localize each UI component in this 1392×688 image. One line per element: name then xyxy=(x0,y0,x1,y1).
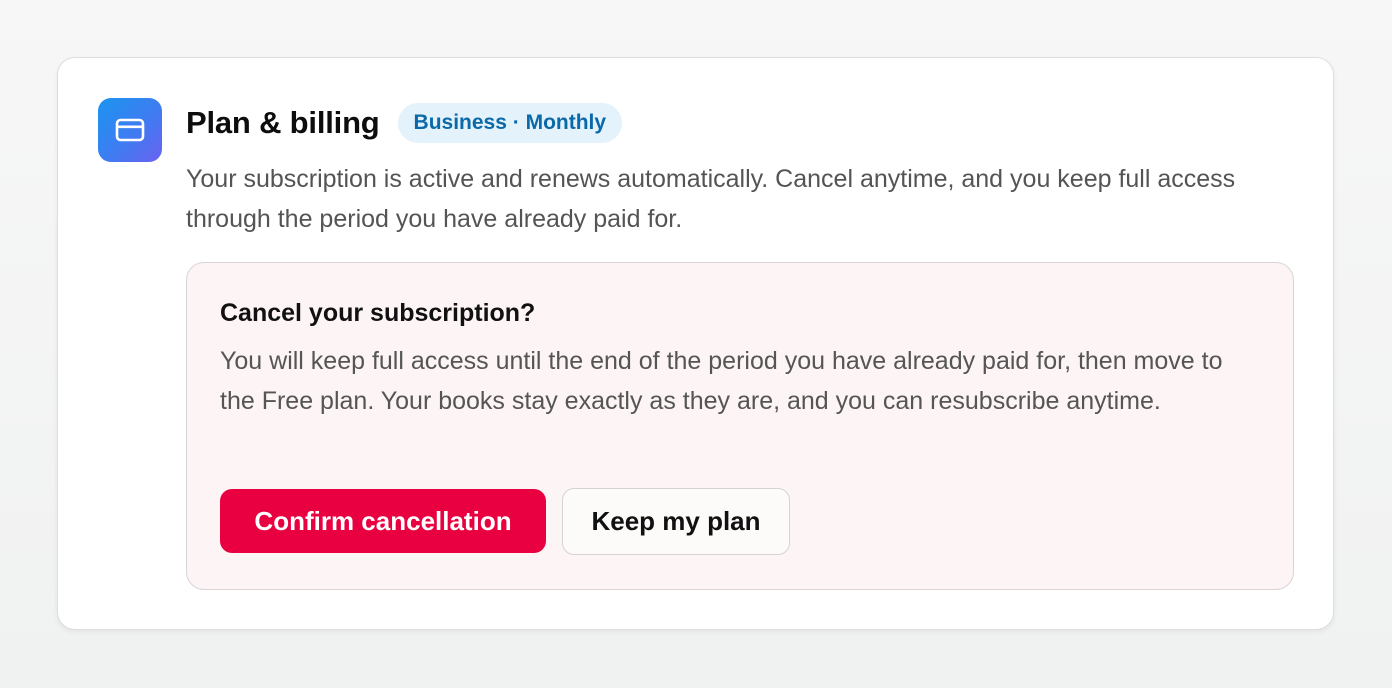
cancel-explanation: You will keep full access until the end … xyxy=(220,347,1223,415)
credit-card-icon xyxy=(98,98,162,162)
plan-badge: Business · Monthly xyxy=(397,103,623,143)
cancel-confirmation-panel: Cancel your subscription? You will keep … xyxy=(186,262,1294,590)
subscription-description: Your subscription is active and renews a… xyxy=(186,165,1236,233)
confirm-cancellation-button[interactable]: Confirm cancellation xyxy=(220,489,546,553)
cancel-title: Cancel your subscription? xyxy=(220,299,536,327)
card-title: Plan & billing xyxy=(186,105,380,140)
keep-plan-button[interactable]: Keep my plan xyxy=(562,488,790,555)
plan-billing-card: Plan & billing Business · Monthly Your s… xyxy=(57,57,1334,630)
card-header: Plan & billing Business · Monthly xyxy=(186,102,623,144)
